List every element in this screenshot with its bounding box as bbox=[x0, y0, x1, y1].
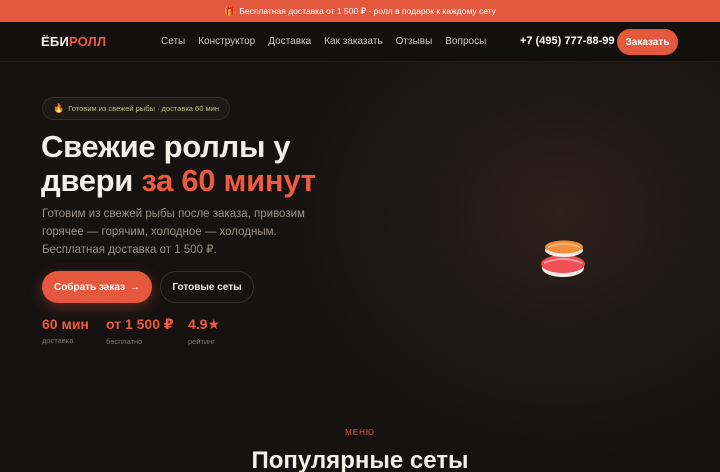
logo-part-1: ЁБИ bbox=[41, 34, 69, 49]
hero-title-plain: двери bbox=[41, 163, 142, 198]
stat-label: доставка bbox=[42, 336, 74, 345]
menu-section-label: МЕНЮ bbox=[345, 428, 375, 437]
gift-icon: 🎁 bbox=[224, 5, 236, 16]
ready-sets-button[interactable]: Готовые сеты bbox=[160, 271, 254, 303]
stat-label: рейтинг bbox=[188, 337, 216, 346]
stat-value: 4.9★ bbox=[188, 316, 221, 332]
hero-badge: 🔥 Готовим из свежей рыбы · доставка 60 м… bbox=[42, 97, 230, 120]
nav-link-sets[interactable]: Сеты bbox=[161, 36, 185, 47]
nav-link-reviews[interactable]: Отзывы bbox=[396, 36, 433, 47]
build-order-button[interactable]: Собрать заказ → bbox=[42, 271, 152, 303]
build-order-label: Собрать заказ bbox=[53, 281, 126, 293]
popular-sets-title: Популярные сеты bbox=[251, 447, 469, 472]
stat-value: 60 мин bbox=[42, 316, 89, 332]
logo-part-2: РОЛЛ bbox=[68, 34, 107, 49]
stat-delivery-time: 60 мин доставка bbox=[42, 316, 89, 345]
promo-text: Бесплатная доставка от 1 500 ₽ · ролл в … bbox=[239, 5, 496, 16]
hero-title-line-1: Свежие роллы у bbox=[41, 129, 291, 164]
phone-link[interactable]: +7 (495) 777-88-99 bbox=[520, 35, 614, 47]
arrow-right-icon: → bbox=[130, 281, 141, 293]
hero-title-line-2: двери за 60 минут bbox=[41, 164, 316, 198]
nav-link-faq[interactable]: Вопросы bbox=[445, 36, 486, 47]
order-button[interactable]: Заказать bbox=[617, 29, 678, 55]
stat-value: от 1 500 ₽ bbox=[106, 316, 174, 332]
main-nav: Сеты Конструктор Доставка Как заказать О… bbox=[161, 36, 486, 47]
site-header: ЁБИРОЛЛ Сеты Конструктор Доставка Как за… bbox=[0, 22, 720, 62]
logo[interactable]: ЁБИРОЛЛ bbox=[41, 34, 106, 49]
hero-description: Готовим из свежей рыбы после заказа, при… bbox=[42, 208, 305, 256]
hero-title-accent: за 60 минут bbox=[141, 163, 316, 198]
nav-link-constructor[interactable]: Конструктор bbox=[198, 36, 255, 47]
stat-rating: 4.9★ рейтинг bbox=[188, 316, 220, 346]
nav-link-how-to-order[interactable]: Как заказать bbox=[324, 36, 382, 47]
stat-label: бесплатно bbox=[106, 337, 143, 346]
hero-section: 🔥 Готовим из свежей рыбы · доставка 60 м… bbox=[0, 62, 720, 472]
sushi-icon bbox=[541, 240, 585, 277]
hero-title: Свежие роллы у двери за 60 минут bbox=[41, 130, 316, 198]
badge-text: Готовим из свежей рыбы · доставка 60 мин bbox=[68, 104, 219, 113]
nav-link-delivery[interactable]: Доставка bbox=[268, 36, 311, 47]
promo-bar: 🎁 Бесплатная доставка от 1 500 ₽ · ролл … bbox=[0, 0, 720, 22]
stat-free-delivery: от 1 500 ₽ бесплатно bbox=[106, 316, 174, 346]
fire-icon: 🔥 bbox=[53, 103, 65, 113]
